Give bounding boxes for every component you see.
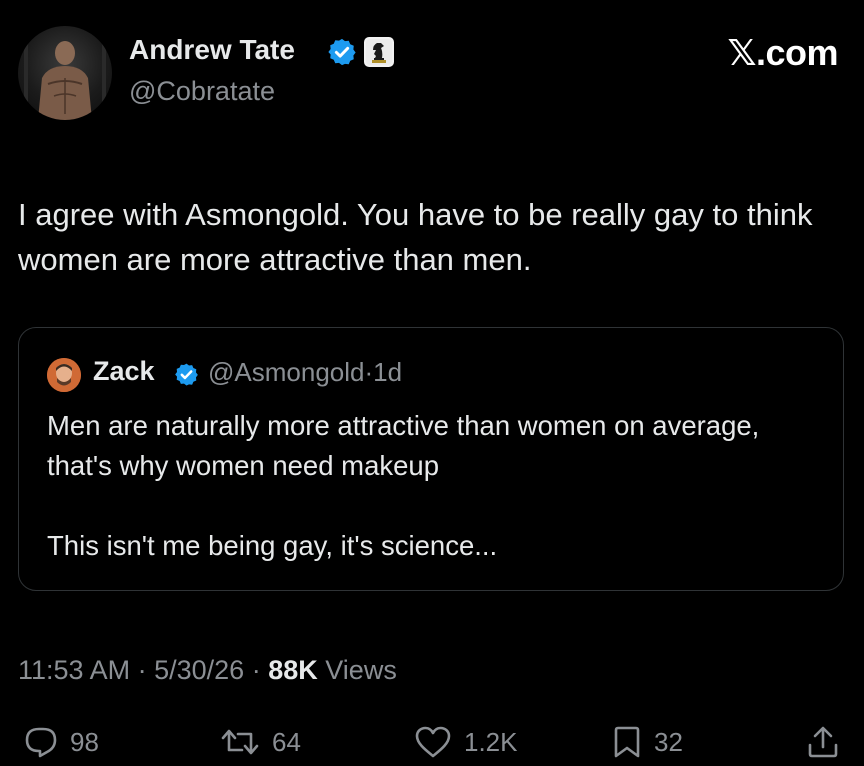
meta-separator: · <box>251 655 261 685</box>
quoted-separator: · <box>364 357 374 387</box>
bookmark-icon <box>612 725 642 759</box>
bookmark-count: 32 <box>654 726 683 757</box>
meta-separator: · <box>137 655 147 685</box>
repost-icon <box>220 726 260 758</box>
reply-icon <box>24 726 58 758</box>
reply-count: 98 <box>70 726 99 757</box>
tweet-meta: 11:53 AM · 5/30/26 · 88K Views <box>18 655 397 686</box>
repost-count: 64 <box>272 726 301 757</box>
quoted-author-display-name[interactable]: Zack <box>93 356 155 387</box>
quoted-author-handle[interactable]: @Asmongold <box>208 357 364 387</box>
quoted-paragraph: This isn't me being gay, it's science... <box>47 530 498 561</box>
heart-icon <box>414 725 452 759</box>
chess-knight-icon[interactable] <box>364 37 394 67</box>
bookmark-button[interactable]: 32 <box>612 724 683 760</box>
like-button[interactable]: 1.2K <box>414 724 518 760</box>
author-avatar[interactable] <box>18 26 112 120</box>
views-count: 88K <box>268 655 318 685</box>
quoted-age: 1d <box>373 357 403 387</box>
tweet-time[interactable]: 11:53 AM <box>18 655 130 685</box>
reply-button[interactable]: 98 <box>24 724 99 760</box>
author-display-name[interactable]: Andrew Tate <box>129 34 295 66</box>
quoted-paragraph: Men are naturally more attractive than w… <box>47 410 760 481</box>
repost-button[interactable]: 64 <box>220 724 301 760</box>
x-logo: 𝕏.com <box>727 32 838 73</box>
verified-badge-icon <box>327 37 357 67</box>
quoted-verified-badge-icon <box>174 362 199 387</box>
tweet-text: I agree with Asmongold. You have to be r… <box>18 197 813 277</box>
quoted-tweet-text: Men are naturally more attractive than w… <box>47 406 817 566</box>
quoted-meta: @Asmongold·1d <box>208 357 402 388</box>
views-label: Views <box>325 655 397 685</box>
tweet-date[interactable]: 5/30/26 <box>154 655 244 685</box>
quoted-tweet-card[interactable]: Zack @Asmongold·1d Men are naturally mor… <box>18 327 844 591</box>
author-handle[interactable]: @Cobratate <box>129 76 275 107</box>
share-icon <box>806 725 840 759</box>
like-count: 1.2K <box>464 726 518 757</box>
quoted-author-avatar[interactable] <box>47 358 81 392</box>
share-button[interactable] <box>806 724 840 760</box>
